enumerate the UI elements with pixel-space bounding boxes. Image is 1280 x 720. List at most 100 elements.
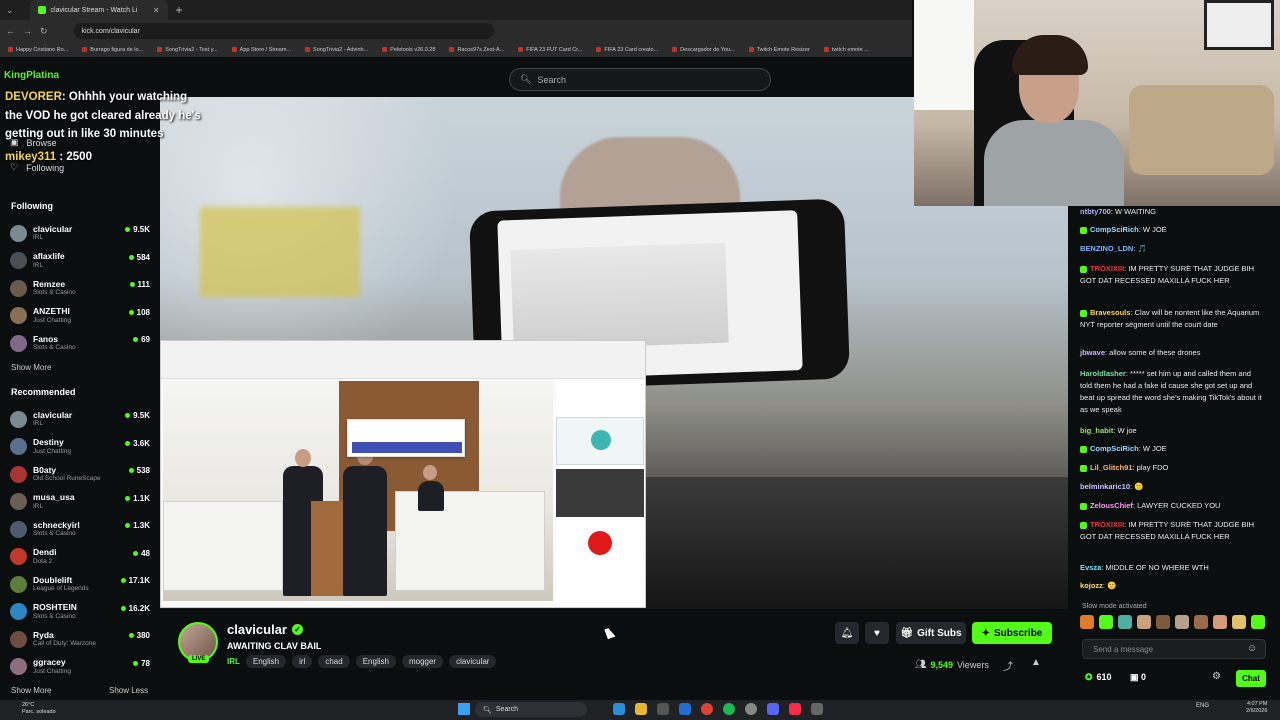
sidebar-channel-fanos[interactable]: Fanos Slots & Casino 69 xyxy=(10,330,152,356)
sidebar-channel-ggracey[interactable]: ggracey Just Chatting 78 xyxy=(10,654,152,680)
search-input[interactable]: 🔍︎ Search xyxy=(509,68,771,91)
chat-username[interactable]: ZelousChief xyxy=(1090,501,1133,510)
chat-username[interactable]: CompSciRich xyxy=(1090,225,1139,234)
chat-username[interactable]: Bravesouls xyxy=(1090,308,1130,317)
file-explorer-icon[interactable] xyxy=(635,703,647,715)
sidebar-channel-schneckyirl[interactable]: schneckyirl Slots & Casino 1.3K xyxy=(10,516,152,542)
sidebar-channel-musa-usa[interactable]: musa_usa IRL 1.1K xyxy=(10,489,152,515)
spotify-icon[interactable] xyxy=(723,703,735,715)
bookmark-item[interactable]: FIFA 23 FUT Card Cr... xyxy=(518,47,582,53)
sidebar-channel-remzee[interactable]: Remzee Slots & Casino 111 xyxy=(10,275,152,301)
edge-icon[interactable] xyxy=(613,703,625,715)
chrome-icon[interactable] xyxy=(701,703,713,715)
notification-bell-button[interactable]: 🔔︎ xyxy=(835,622,859,644)
chat-username[interactable]: kojozz xyxy=(1080,581,1103,590)
close-tab-icon[interactable]: ✕ xyxy=(153,6,160,15)
app-icon[interactable] xyxy=(745,703,757,715)
chat-username[interactable]: ntbty700 xyxy=(1080,207,1111,216)
weather-widget[interactable]: 26°C Parc. soleado xyxy=(22,702,56,716)
emote-icon[interactable] xyxy=(1080,615,1094,629)
subscribe-button[interactable]: ✦ Subscribe xyxy=(972,622,1052,644)
emote-icon[interactable] xyxy=(1137,615,1151,629)
share-icon[interactable]: ⤴ xyxy=(1003,658,1013,673)
tag-irl[interactable]: irl xyxy=(292,655,313,668)
gear-icon[interactable]: ⚙ xyxy=(1212,671,1221,682)
chat-username[interactable]: CompSciRich xyxy=(1090,444,1139,453)
app-icon[interactable] xyxy=(811,703,823,715)
tag-clavicular[interactable]: clavicular xyxy=(449,655,497,668)
bookmark-item[interactable]: Descargador de You... xyxy=(672,47,735,53)
sidebar-channel-aflaxlife[interactable]: aflaxlife IRL 584 xyxy=(10,248,152,274)
store-icon[interactable] xyxy=(657,703,669,715)
sidebar-channel-doublelift[interactable]: Doublelift League of Legends 17.1K xyxy=(10,571,152,597)
chat-username[interactable]: BENZINO_LDN xyxy=(1080,244,1133,253)
channel-avatar xyxy=(10,224,27,242)
emote-icon[interactable] xyxy=(1175,615,1189,629)
bookmark-item[interactable]: App Store / Stream... xyxy=(231,47,291,53)
emote-icon[interactable] xyxy=(1118,615,1132,629)
sidebar-channel-ryda[interactable]: Ryda Call of Duty: Warzone 380 xyxy=(10,626,152,652)
address-bar[interactable]: kick.com/clavicular xyxy=(73,23,494,39)
show-more-following[interactable]: Show More xyxy=(11,363,51,372)
emote-icon[interactable] xyxy=(1232,615,1246,629)
reload-icon[interactable]: ↻ xyxy=(40,26,48,37)
sidebar-channel-destiny[interactable]: Destiny Just Chatting 3.6K xyxy=(10,434,152,460)
discord-icon[interactable] xyxy=(767,703,779,715)
streamer-name[interactable]: clavicular xyxy=(227,622,287,637)
app-icon[interactable] xyxy=(679,703,691,715)
bookmark-item[interactable]: FIFA 23 Card creato... xyxy=(596,47,658,53)
system-tray-language[interactable]: ENG xyxy=(1196,703,1209,709)
category-link[interactable]: IRL xyxy=(227,657,240,666)
emoji-picker-icon[interactable]: ☺ xyxy=(1247,643,1257,654)
show-more-recommended[interactable]: Show More xyxy=(11,686,51,695)
emote-icon[interactable] xyxy=(1099,615,1113,629)
chat-send-button[interactable]: Chat xyxy=(1236,670,1266,687)
back-icon[interactable]: ← xyxy=(6,26,15,36)
bookmark-item[interactable]: SongTrivia2 - Test y... xyxy=(157,47,218,53)
emote-icon[interactable] xyxy=(1251,615,1265,629)
bookmark-item[interactable]: Burrago figura de lo... xyxy=(82,47,143,53)
follow-heart-button[interactable]: ♥ xyxy=(865,622,889,644)
chat-username[interactable]: belminkaric10 xyxy=(1080,482,1130,491)
chat-username[interactable]: big_habit xyxy=(1080,426,1113,435)
sidebar-channel-dendi[interactable]: Dendi Dota 2 48 xyxy=(10,544,152,570)
chat-username[interactable]: jbwave xyxy=(1080,348,1105,357)
bookmark-item[interactable]: Happy Cristiano Ro... xyxy=(8,47,68,53)
new-tab-icon[interactable]: + xyxy=(176,3,183,17)
sidebar-item-following[interactable]: ♡ Following xyxy=(10,162,64,173)
taskbar-clock[interactable]: 4:07 PM 2/6/2026 xyxy=(1246,701,1267,715)
show-less-button[interactable]: Show Less xyxy=(109,686,148,695)
emote-icon[interactable] xyxy=(1213,615,1227,629)
tag-chad[interactable]: chad xyxy=(318,655,350,668)
bookmark-item[interactable]: Racos97s Zest-A... xyxy=(449,47,504,53)
music-icon[interactable] xyxy=(789,703,801,715)
chat-username[interactable]: TROXIXIII xyxy=(1090,520,1124,529)
channel-points[interactable]: ✪ 610 xyxy=(1085,672,1112,683)
emote-icon[interactable] xyxy=(1156,615,1170,629)
tag-mogger[interactable]: mogger xyxy=(401,655,444,668)
taskbar-search[interactable]: 🔍︎ Search xyxy=(475,702,587,717)
emote-icon[interactable] xyxy=(1194,615,1208,629)
bookmark-item[interactable]: twitch emote ... xyxy=(823,47,869,53)
bookmark-item[interactable]: SongTrivia2 - Advinh... xyxy=(305,47,368,53)
gift-subs-button[interactable]: 🎁︎ Gift Subs xyxy=(896,622,966,644)
chat-username[interactable]: Haroldlasher xyxy=(1080,369,1126,378)
chat-username[interactable]: Evsza xyxy=(1080,563,1101,572)
tab-menu-icon[interactable]: ⌄ xyxy=(6,5,14,16)
sidebar-channel-clavicular[interactable]: clavicular IRL 9.5K xyxy=(10,220,152,246)
report-icon[interactable]: ▲ xyxy=(1031,657,1041,668)
chat-message-input[interactable]: Send a message xyxy=(1082,639,1266,659)
bookmark-item[interactable]: Peletools v26.0.28 xyxy=(382,47,435,53)
sidebar-channel-clavicular[interactable]: clavicular IRL 9.5K xyxy=(10,406,152,432)
bookmark-item[interactable]: Twitch Emote Resizer xyxy=(748,47,810,53)
browser-tab[interactable]: clavicular Stream - Watch Li ✕ xyxy=(29,0,168,20)
sidebar-channel-anzethi[interactable]: ANZETHI Just Chatting 108 xyxy=(10,303,152,329)
windows-start-icon[interactable] xyxy=(458,703,470,715)
tag-english[interactable]: English xyxy=(355,655,396,668)
chat-username[interactable]: Lil_Glitch91 xyxy=(1090,463,1133,472)
sidebar-channel-roshtein[interactable]: ROSHTEIN Slots & Casino 16.2K xyxy=(10,599,152,625)
sidebar-channel-b0aty[interactable]: B0aty Old School RuneScape 538 xyxy=(10,461,152,487)
chat-username[interactable]: TROXIXIII xyxy=(1090,264,1124,273)
language-tag[interactable]: English xyxy=(245,655,287,668)
forward-icon[interactable]: → xyxy=(23,26,32,36)
